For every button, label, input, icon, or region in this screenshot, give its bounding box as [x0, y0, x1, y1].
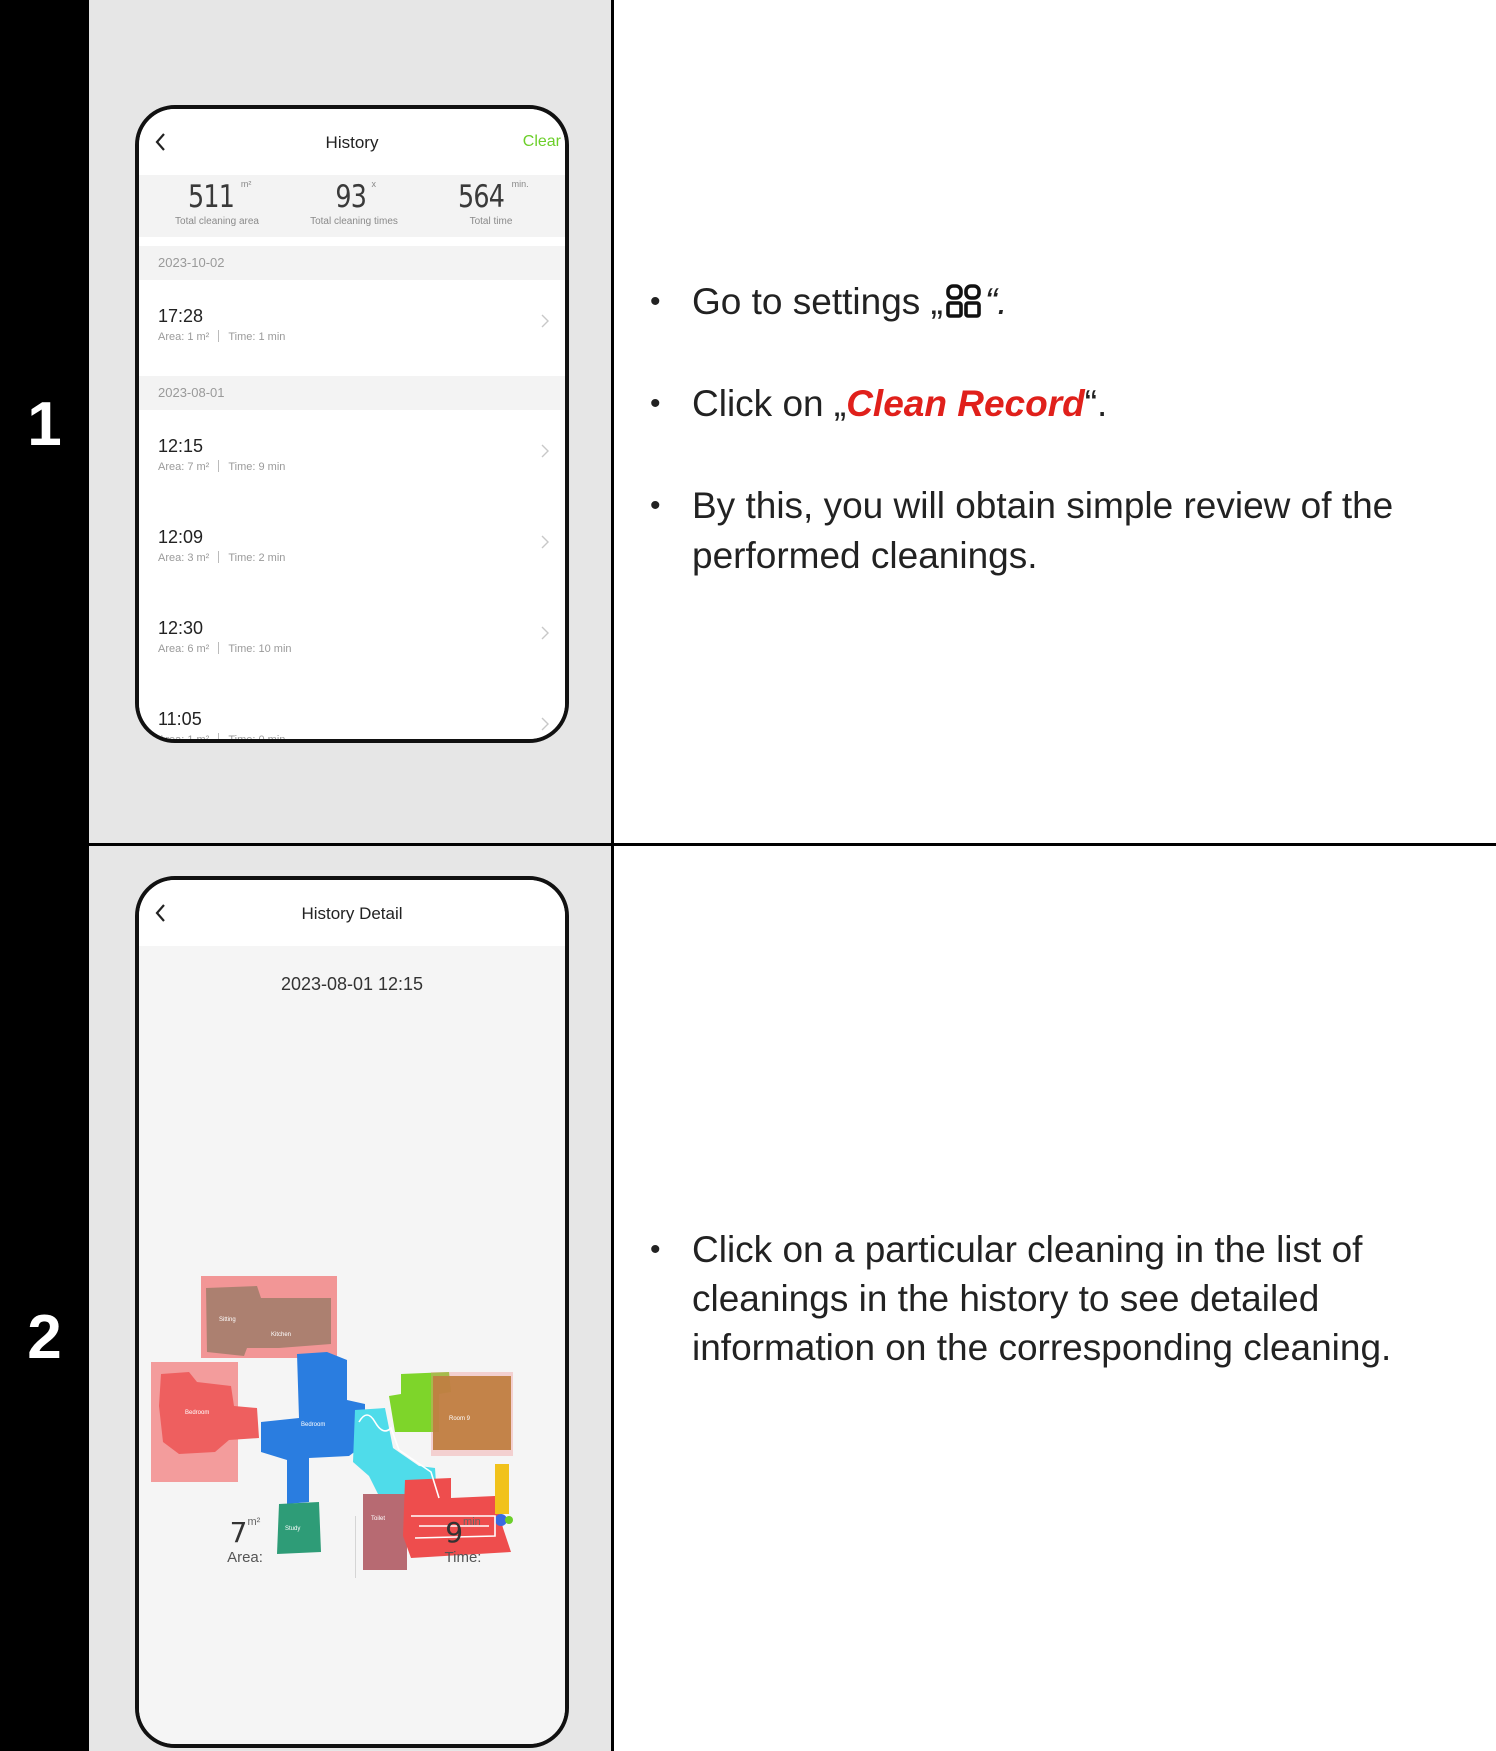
record-duration: Time: 10 min — [228, 643, 292, 655]
summary-area: 7m² Area: — [165, 1516, 325, 1566]
map-label: Bedroom — [301, 1422, 325, 1428]
instruction-list: Go to settings „ “. Click on „Clean Reco… — [644, 277, 1496, 633]
record-time: 11:05 — [158, 709, 202, 729]
record-meta: Area: 7 m² Time: 9 min — [158, 460, 285, 473]
chevron-right-icon — [541, 314, 549, 328]
stat-unit: min. — [511, 179, 529, 189]
chevron-right-icon — [541, 444, 549, 458]
map-label: Room 9 — [449, 1416, 471, 1422]
instruction-text: By this, you will obtain simple review o… — [692, 485, 1394, 576]
nav-bar: History Detail — [139, 880, 565, 946]
stat-value: 511 — [187, 179, 235, 215]
map-room-9-overlay — [431, 1372, 513, 1456]
area-value: 7 — [229, 1516, 248, 1549]
step-number: 1 — [27, 390, 62, 459]
settings-grid-icon — [946, 284, 981, 318]
time-unit: min — [463, 1516, 481, 1528]
meta-separator — [218, 642, 220, 654]
instruction-item: Go to settings „ “. — [644, 277, 1496, 327]
chevron-right-icon — [541, 626, 549, 640]
stat-unit: x — [371, 179, 376, 189]
step-number: 2 — [27, 1303, 62, 1372]
record-duration: Time: 0 min — [228, 734, 286, 743]
instructions-cell: Go to settings „ “. Click on „Clean Reco… — [614, 0, 1496, 845]
history-record[interactable]: 12:15 Area: 7 m² Time: 9 min — [139, 410, 565, 500]
record-area: Area: 1 m² — [158, 734, 210, 743]
step-number-cell: 1 — [0, 0, 89, 845]
history-phone-screenshot: History Clear 511 m² Total cleaning area … — [135, 105, 569, 743]
map-label: Bedroom — [185, 1410, 209, 1416]
page-title: History — [325, 133, 379, 152]
history-detail-phone-screenshot: History Detail 2023-08-01 12:15 Sitting … — [135, 876, 569, 1748]
record-time: 12:15 — [158, 436, 204, 456]
meta-separator — [218, 460, 220, 472]
instruction-text: “. — [984, 281, 1008, 322]
record-duration: Time: 9 min — [228, 461, 286, 473]
clean-record-label: Clean Record — [846, 383, 1085, 424]
meta-separator — [218, 330, 220, 342]
stat-value: 564 — [458, 179, 505, 215]
meta-separator — [218, 551, 220, 563]
chevron-right-icon — [541, 717, 549, 731]
date-header: 2023-08-01 — [139, 376, 565, 410]
meta-separator — [218, 733, 220, 739]
cleaning-datetime: 2023-08-01 12:15 — [280, 974, 424, 994]
record-time: 12:30 — [158, 618, 204, 638]
record-meta: Area: 1 m² Time: 0 min — [158, 733, 286, 743]
stats-summary: 511 m² Total cleaning area 93 x Total clea… — [139, 175, 565, 237]
area-unit: m² — [247, 1516, 261, 1528]
nav-bar: History Clear — [139, 109, 565, 175]
record-area: Area: 6 m² — [158, 643, 210, 655]
map-room-bedroom — [261, 1352, 365, 1504]
step-number-cell: 2 — [0, 845, 89, 1751]
record-duration: Time: 1 min — [228, 331, 286, 343]
summary-divider — [355, 1516, 356, 1578]
detail-body: 2023-08-01 12:15 Sitting Kitchen Bedroom… — [139, 946, 565, 1744]
map-label: Kitchen — [271, 1332, 291, 1338]
record-area: Area: 3 m² — [158, 552, 210, 564]
stat-unit: m² — [240, 179, 252, 189]
instruction-item: By this, you will obtain simple review o… — [644, 481, 1496, 581]
record-time: 12:09 — [158, 527, 204, 547]
detail-summary: 7m² Area: 9min Time: — [139, 1516, 565, 1646]
record-area: Area: 7 m² — [158, 461, 210, 473]
map-label: Sitting — [219, 1317, 236, 1323]
instruction-text: “. — [1084, 383, 1108, 424]
instruction-item: Click on „Clean Record“. — [644, 379, 1496, 429]
clear-button[interactable]: Clear — [523, 133, 561, 151]
history-record[interactable]: 12:09 Area: 3 m² Time: 2 min — [139, 501, 565, 591]
date-header: 2023-10-02 — [139, 246, 565, 280]
stat-label: Total time — [469, 216, 513, 227]
record-meta: Area: 1 m² Time: 1 min — [158, 330, 285, 343]
instructions-cell: Click on a particular cleaning in the li… — [614, 845, 1496, 1751]
record-duration: Time: 2 min — [228, 552, 286, 564]
stat-label: Total cleaning area — [175, 216, 259, 227]
stat-value: 93 — [335, 179, 367, 215]
stat-total-area: 511 m² Total cleaning area — [147, 179, 287, 227]
row-divider — [89, 843, 1496, 846]
record-time: 17:28 — [158, 306, 204, 326]
instruction-text: Go to settings „ — [692, 281, 943, 322]
page-title: History Detail — [301, 904, 403, 923]
map-room-toilet — [495, 1464, 509, 1514]
time-value: 9 — [445, 1516, 464, 1549]
history-record[interactable]: 11:05 Area: 1 m² Time: 0 min — [139, 683, 565, 743]
stat-label: Total cleaning times — [310, 216, 398, 227]
history-record[interactable]: 12:30 Area: 6 m² Time: 10 min — [139, 592, 565, 682]
chevron-right-icon — [541, 535, 549, 549]
stat-total-time: 564 min. Total time — [421, 179, 561, 227]
stat-total-times: 93 x Total cleaning times — [284, 179, 424, 227]
instruction-list: Click on a particular cleaning in the li… — [644, 1225, 1474, 1424]
history-record[interactable]: 17:28 Area: 1 m² Time: 1 min — [139, 280, 565, 370]
instruction-text: Click on a particular cleaning in the li… — [692, 1229, 1392, 1368]
instruction-text: Click on „ — [692, 383, 847, 424]
instruction-item: Click on a particular cleaning in the li… — [644, 1225, 1474, 1372]
record-meta: Area: 3 m² Time: 2 min — [158, 551, 285, 564]
record-area: Area: 1 m² — [158, 331, 210, 343]
record-meta: Area: 6 m² Time: 10 min — [158, 642, 292, 655]
summary-time: 9min Time: — [383, 1516, 543, 1566]
area-label: Area: — [227, 1549, 263, 1566]
time-label: Time: — [444, 1549, 482, 1566]
